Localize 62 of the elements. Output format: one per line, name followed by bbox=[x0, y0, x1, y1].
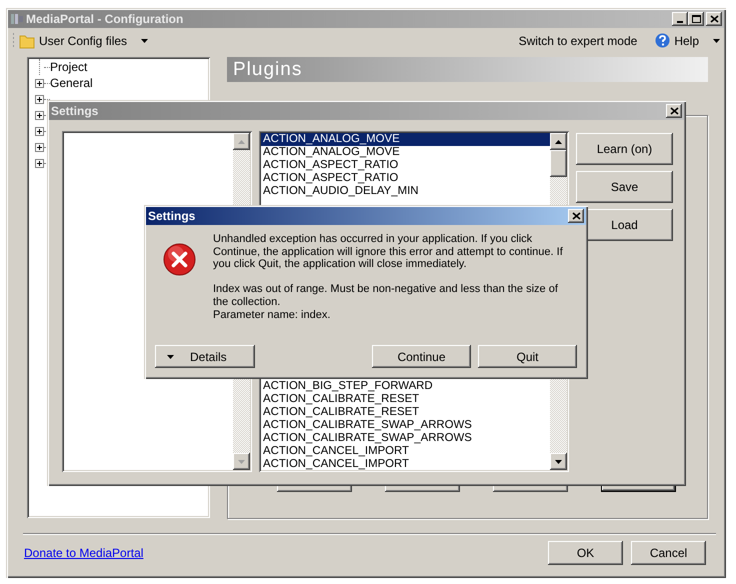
ok-button[interactable]: OK bbox=[548, 541, 623, 565]
list-item[interactable]: ACTION_CANCEL_IMPORT bbox=[261, 445, 550, 458]
expand-icon[interactable] bbox=[35, 110, 44, 120]
list-item[interactable]: ACTION_CANCEL_IMPORT bbox=[261, 458, 550, 470]
list-item[interactable]: ACTION_AUDIO_DELAY_MIN bbox=[261, 185, 550, 198]
up-arrow-icon bbox=[555, 140, 562, 144]
minimize-icon bbox=[677, 21, 683, 23]
error-message: Unhandled exception has occurred in your application. If you click Continue, the application will ignore this error and attempt to continue. If you click Quit, the application will close immediately. bbox=[213, 233, 564, 271]
continue-button[interactable]: Continue bbox=[372, 345, 471, 368]
help-icon bbox=[655, 33, 670, 48]
close-button[interactable] bbox=[568, 209, 584, 223]
window-title: MediaPortal - Configuration bbox=[26, 11, 184, 28]
dialog-title: Settings bbox=[148, 208, 196, 225]
error-icon bbox=[163, 243, 196, 276]
save-button[interactable]: Save bbox=[576, 171, 673, 203]
close-button[interactable] bbox=[666, 104, 682, 118]
scroll-up-button[interactable] bbox=[233, 133, 250, 150]
help-button[interactable]: Help bbox=[655, 32, 720, 50]
list-item[interactable]: ACTION_CALIBRATE_RESET bbox=[261, 393, 550, 406]
learn-button[interactable]: Learn (on) bbox=[576, 133, 673, 165]
scroll-down-button[interactable] bbox=[233, 453, 250, 470]
close-button[interactable] bbox=[706, 12, 722, 26]
tree-item[interactable]: Project bbox=[50, 58, 88, 76]
list-item[interactable]: ACTION_BIG_STEP_FORWARD bbox=[261, 380, 550, 393]
folder-icon bbox=[19, 32, 35, 48]
quit-button[interactable]: Quit bbox=[478, 345, 577, 368]
toolbar-grip bbox=[12, 32, 15, 50]
list-item[interactable]: ACTION_ASPECT_RATIO bbox=[261, 172, 550, 185]
caret-icon bbox=[713, 38, 720, 42]
tree-item[interactable]: General bbox=[50, 74, 93, 92]
caret-icon bbox=[167, 354, 174, 358]
scroll-up-button[interactable] bbox=[550, 133, 567, 150]
donate-link[interactable]: Donate to MediaPortal bbox=[24, 544, 144, 562]
expand-icon[interactable] bbox=[35, 158, 44, 168]
list-item[interactable]: ACTION_CALIBRATE_SWAP_ARROWS bbox=[261, 432, 550, 445]
caret-icon bbox=[141, 38, 148, 42]
details-button[interactable]: Details bbox=[155, 345, 255, 368]
expand-icon[interactable] bbox=[35, 126, 44, 136]
list-item[interactable]: ACTION_CALIBRATE_SWAP_ARROWS bbox=[261, 419, 550, 432]
app-icon bbox=[10, 12, 24, 26]
error-message: Index was out of range. Must be non-negative and less than the size of the collection. bbox=[213, 283, 559, 309]
maximize-button[interactable] bbox=[688, 12, 704, 26]
up-arrow-icon bbox=[238, 140, 245, 144]
expand-icon[interactable] bbox=[35, 78, 44, 88]
section-title: Plugins bbox=[233, 59, 302, 80]
scroll-thumb[interactable] bbox=[550, 150, 567, 177]
window-title: Settings bbox=[51, 103, 98, 120]
expand-icon[interactable] bbox=[35, 142, 44, 152]
maximize-icon bbox=[689, 13, 703, 25]
list-item[interactable]: ACTION_CALIBRATE_RESET bbox=[261, 406, 550, 419]
scroll-down-button[interactable] bbox=[550, 453, 567, 470]
list-item[interactable]: ACTION_ASPECT_RATIO bbox=[261, 159, 550, 172]
list-item[interactable]: ACTION_ANALOG_MOVE bbox=[261, 146, 550, 159]
down-arrow-icon bbox=[555, 460, 562, 464]
expert-mode-button[interactable]: Switch to expert mode bbox=[518, 32, 638, 50]
down-arrow-icon bbox=[238, 460, 245, 464]
list-item[interactable]: ACTION_ANALOG_MOVE bbox=[261, 133, 550, 146]
error-message: Parameter name: index. bbox=[213, 308, 332, 322]
cancel-button[interactable]: Cancel bbox=[631, 541, 706, 565]
config-menu[interactable]: User Config files bbox=[19, 32, 148, 50]
expand-icon[interactable] bbox=[35, 94, 44, 104]
minimize-button[interactable] bbox=[672, 12, 688, 26]
